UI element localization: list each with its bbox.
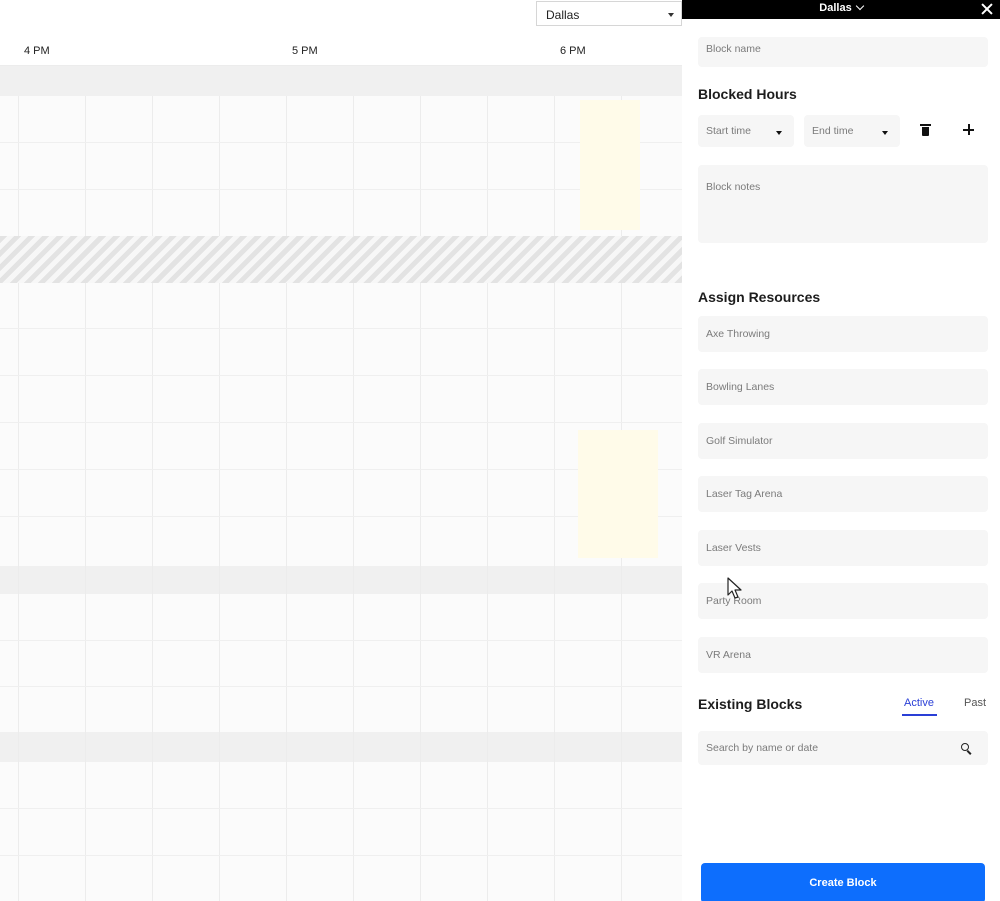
location-select[interactable]: Dallas (536, 1, 682, 26)
resource-label: Laser Tag Arena (706, 488, 783, 500)
tab-past[interactable]: Past (964, 697, 986, 709)
resource-option[interactable]: Axe Throwing (698, 316, 988, 352)
time-header: 4 PM 5 PM 6 PM (0, 28, 682, 66)
blocked-time-slot[interactable] (0, 236, 682, 283)
search-placeholder: Search by name or date (706, 742, 819, 754)
resource-group-band (0, 566, 682, 594)
resource-label: Laser Vests (706, 542, 761, 554)
blocked-hours-heading: Blocked Hours (698, 86, 797, 102)
block-notes-placeholder: Block notes (706, 181, 761, 193)
add-icon[interactable] (963, 124, 974, 135)
resource-group-band (0, 66, 682, 96)
panel-header: Dallas (682, 0, 1000, 19)
block-panel: Dallas Block name Blocked Hours Start ti… (682, 0, 1000, 901)
end-time-label: End time (812, 125, 854, 137)
time-column-label: 6 PM (560, 45, 586, 57)
assign-resources-heading: Assign Resources (698, 289, 821, 305)
block-name-placeholder: Block name (706, 43, 761, 55)
resource-label: Golf Simulator (706, 435, 773, 447)
resource-option[interactable]: VR Arena (698, 637, 988, 673)
resource-option[interactable]: Golf Simulator (698, 423, 988, 459)
panel-location-label: Dallas (819, 2, 852, 14)
active-tab-indicator (902, 714, 937, 716)
resource-option[interactable]: Bowling Lanes (698, 369, 988, 405)
create-block-button[interactable]: Create Block (701, 863, 985, 901)
existing-blocks-heading: Existing Blocks (698, 696, 803, 712)
resource-label: VR Arena (706, 649, 751, 661)
caret-down-icon (668, 13, 674, 17)
tab-active[interactable]: Active (904, 697, 934, 709)
app-root: Dallas 4 PM 5 PM 6 PM Dallas Block name … (0, 0, 1000, 901)
caret-down-icon (776, 131, 782, 135)
resource-label: Bowling Lanes (706, 381, 775, 393)
mouse-cursor-icon (727, 577, 742, 599)
start-time-select[interactable]: Start time (698, 115, 794, 147)
trash-icon[interactable] (920, 124, 931, 136)
end-time-select[interactable]: End time (804, 115, 900, 147)
block-name-input[interactable]: Block name (698, 37, 988, 67)
resource-group-band (0, 732, 682, 762)
block-notes-textarea[interactable]: Block notes (698, 165, 988, 243)
calendar-grid: Dallas 4 PM 5 PM 6 PM (0, 0, 682, 901)
close-icon[interactable] (980, 2, 994, 16)
location-select-value: Dallas (546, 8, 580, 22)
booking-slot[interactable] (578, 430, 658, 558)
start-time-label: Start time (706, 125, 751, 137)
booking-slot[interactable] (580, 100, 640, 230)
search-input[interactable]: Search by name or date (698, 731, 988, 765)
time-column-label: 4 PM (24, 45, 50, 57)
panel-location-switcher[interactable]: Dallas (682, 1, 1000, 14)
resource-option[interactable]: Laser Vests (698, 530, 988, 566)
resource-label: Axe Throwing (706, 328, 771, 340)
caret-down-icon (882, 131, 888, 135)
search-icon[interactable] (961, 743, 972, 755)
time-column-label: 5 PM (292, 45, 318, 57)
resource-option[interactable]: Laser Tag Arena (698, 476, 988, 512)
chevron-down-icon (855, 1, 864, 11)
